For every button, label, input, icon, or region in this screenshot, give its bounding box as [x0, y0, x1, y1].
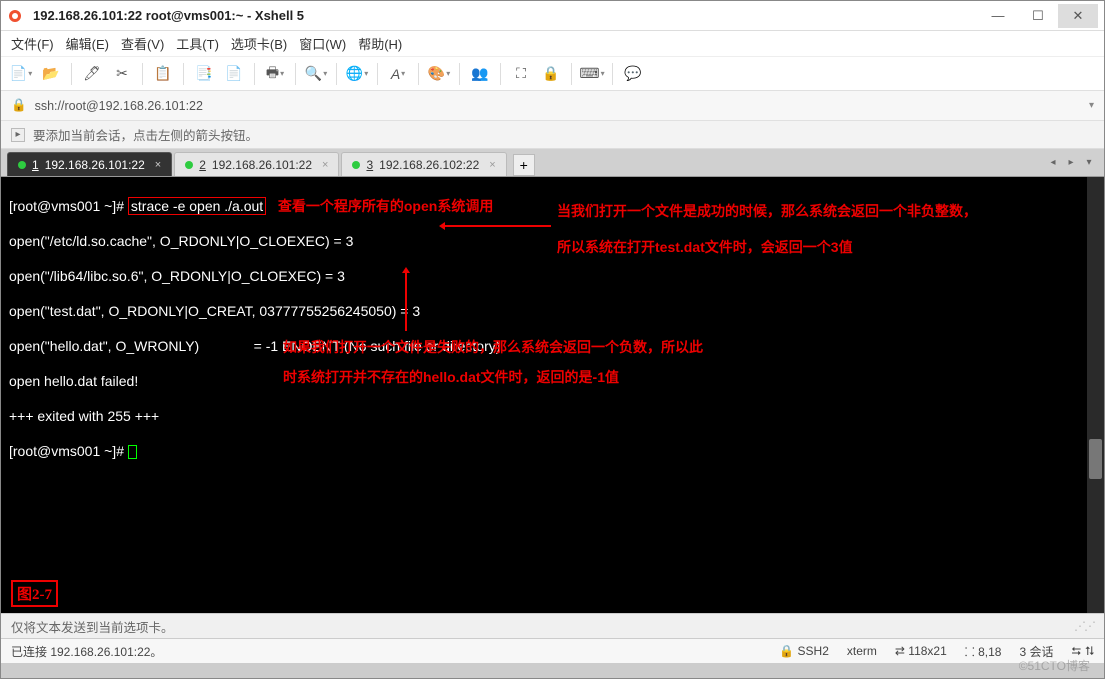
menu-tab[interactable]: 选项卡(B) — [231, 34, 287, 53]
anno-success-2: 所以系统在打开test.dat文件时，会返回一个3值 — [557, 237, 853, 257]
menu-tools[interactable]: 工具(T) — [176, 34, 219, 53]
close-button[interactable]: ✕ — [1058, 4, 1098, 28]
copy-icon[interactable]: 📑 — [192, 62, 216, 86]
status-dot-icon — [185, 161, 193, 169]
tab-session-1[interactable]: 1 192.168.26.101:22 × — [7, 152, 172, 176]
lock-icon[interactable]: 🔒 — [539, 62, 563, 86]
anno-success-1: 当我们打开一个文件是成功的时候，那么系统会返回一个非负整数， — [557, 201, 977, 221]
disconnect-icon[interactable]: ✂ — [110, 62, 134, 86]
app-icon — [7, 8, 23, 24]
status-size: 118x21 — [908, 644, 946, 658]
print-icon[interactable]: 🖶▾ — [263, 62, 287, 86]
menu-window[interactable]: 窗口(W) — [299, 34, 346, 53]
chat-icon[interactable]: 💬 — [621, 62, 645, 86]
status-bar: 已连接 192.168.26.101:22。 🔒 SSH2 xterm ⇄ 11… — [1, 639, 1104, 663]
terminal-view[interactable]: [root@vms001 ~]# strace -e open ./a.out … — [1, 177, 1104, 613]
terminal-scrollbar[interactable] — [1087, 177, 1104, 613]
title-bar: 192.168.26.101:22 root@vms001:~ - Xshell… — [1, 1, 1104, 31]
status-cursor-pos: 8,18 — [978, 645, 1001, 659]
menu-edit[interactable]: 编辑(E) — [66, 34, 109, 53]
color-icon[interactable]: 🎨▾ — [427, 62, 451, 86]
arrow-icon — [405, 269, 407, 331]
tab-close-icon[interactable]: × — [489, 159, 495, 171]
paste-icon[interactable]: 📄 — [222, 62, 246, 86]
fullscreen-icon[interactable]: ⛶ — [509, 62, 533, 86]
address-dropdown-icon[interactable]: ▾ — [1089, 100, 1094, 111]
cmd-highlight: strace -e open ./a.out — [128, 197, 266, 215]
font-icon[interactable]: A▾ — [386, 62, 410, 86]
window-title: 192.168.26.101:22 root@vms001:~ - Xshell… — [33, 8, 978, 23]
open-session-icon[interactable]: 📂 — [39, 62, 63, 86]
menu-bar: 文件(F) 编辑(E) 查看(V) 工具(T) 选项卡(B) 窗口(W) 帮助(… — [1, 31, 1104, 57]
anno-fail-1: 如果我们打开一个文件是失败的，那么系统会返回一个负数，所以此 — [283, 337, 703, 357]
watermark: ©51CTO博客 — [1019, 657, 1090, 674]
globe-icon[interactable]: 🌐▾ — [345, 62, 369, 86]
arrow-icon — [441, 225, 551, 227]
address-url[interactable]: ssh://root@192.168.26.101:22 — [35, 99, 1081, 113]
menu-file[interactable]: 文件(F) — [11, 34, 54, 53]
new-session-icon[interactable]: 📄▾ — [9, 62, 33, 86]
status-dot-icon — [18, 161, 26, 169]
tab-add-button[interactable]: + — [513, 154, 535, 176]
menu-help[interactable]: 帮助(H) — [358, 34, 402, 53]
status-dot-icon — [352, 161, 360, 169]
add-session-arrow-icon[interactable]: ▸ — [11, 128, 25, 142]
status-term: xterm — [847, 644, 877, 658]
find-icon[interactable]: 🔍▾ — [304, 62, 328, 86]
maximize-button[interactable]: ☐ — [1018, 4, 1058, 28]
tab-close-icon[interactable]: × — [322, 159, 328, 171]
figure-label: 图2-7 — [11, 580, 58, 607]
hint-text: 要添加当前会话，点击左侧的箭头按钮。 — [33, 125, 258, 144]
reconnect-icon[interactable]: 🖊 — [80, 62, 104, 86]
hint-bar: ▸ 要添加当前会话，点击左侧的箭头按钮。 — [1, 121, 1104, 149]
minimize-button[interactable]: — — [978, 4, 1018, 28]
properties-icon[interactable]: 📋 — [151, 62, 175, 86]
menu-view[interactable]: 查看(V) — [121, 34, 164, 53]
users-icon[interactable]: 👥 — [468, 62, 492, 86]
tab-list-icon[interactable]: ▾ — [1080, 153, 1098, 171]
anno-cmd-note: 查看一个程序所有的open系统调用 — [278, 198, 493, 214]
keymap-icon[interactable]: ⌨▾ — [580, 62, 604, 86]
status-protocol: SSH2 — [798, 644, 829, 658]
resize-grip-icon[interactable]: ⋰⋰ — [1074, 619, 1094, 633]
terminal-cursor — [128, 445, 137, 459]
tab-scroll-left-icon[interactable]: ◂ — [1044, 153, 1062, 171]
address-bar: 🔒 ssh://root@192.168.26.101:22 ▾ — [1, 91, 1104, 121]
lock-small-icon: 🔒 — [11, 98, 27, 113]
tab-session-2[interactable]: 2 192.168.26.101:22 × — [174, 152, 339, 176]
status-connection: 已连接 192.168.26.101:22。 — [11, 643, 761, 660]
tab-close-icon[interactable]: × — [155, 159, 161, 171]
anno-fail-2: 时系统打开并不存在的hello.dat文件时，返回的是-1值 — [283, 367, 619, 387]
toolbar: 📄▾ 📂 🖊 ✂ 📋 📑 📄 🖶▾ 🔍▾ 🌐▾ A▾ 🎨▾ 👥 ⛶ 🔒 ⌨▾ 💬 — [1, 57, 1104, 91]
tab-session-3[interactable]: 3 192.168.26.102:22 × — [341, 152, 506, 176]
session-tabs: 1 192.168.26.101:22 × 2 192.168.26.101:2… — [1, 149, 1104, 177]
tab-scroll-right-icon[interactable]: ▸ — [1062, 153, 1080, 171]
send-target-bar: 仅将文本发送到当前选项卡。 ⋰⋰ — [1, 613, 1104, 639]
